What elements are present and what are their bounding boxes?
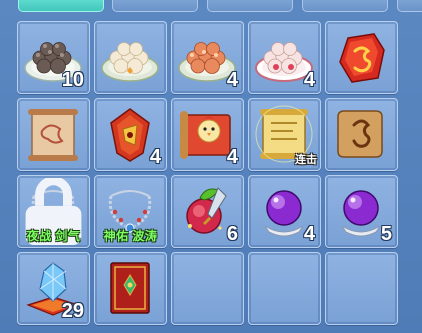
tab-5[interactable] (397, 0, 422, 12)
empty-slot[interactable] (325, 252, 398, 325)
inventory-slot[interactable]: 10 (17, 21, 90, 94)
item-count: 4 (226, 146, 238, 168)
inventory-slot[interactable] (325, 98, 398, 171)
inventory-slot[interactable]: 29 (17, 252, 90, 325)
tab-1[interactable] (18, 0, 104, 12)
item-count: 4 (149, 146, 161, 168)
item-count: 10 (61, 69, 84, 91)
inventory-slot[interactable]: 夜战 剑气 (17, 175, 90, 248)
tab-4[interactable] (302, 0, 388, 12)
item-caption: 夜战 剑气 (26, 229, 81, 243)
red-gem-icon (339, 33, 385, 83)
inventory-slot[interactable]: 5 (325, 175, 398, 248)
inventory-slot[interactable] (94, 21, 167, 94)
inventory-slot[interactable]: 6 (171, 175, 244, 248)
inventory-slot[interactable] (325, 21, 398, 94)
item-count: 4 (303, 69, 315, 91)
inventory-slot[interactable]: 4 (94, 98, 167, 171)
inventory-slot[interactable]: 4 (171, 21, 244, 94)
item-caption: 神佑 波涛 (103, 229, 158, 243)
combo-tag: 连击 (295, 154, 317, 166)
item-count: 4 (226, 69, 238, 91)
empty-slot[interactable] (171, 252, 244, 325)
tab-3[interactable] (207, 0, 293, 12)
inventory-slot[interactable] (94, 252, 167, 325)
item-count: 4 (303, 223, 315, 245)
scroll-paper-icon (28, 109, 78, 161)
item-count: 5 (380, 223, 392, 245)
item-count: 6 (226, 223, 238, 245)
item-count: 29 (61, 300, 84, 322)
inventory-slot[interactable]: 神佑 波涛 (94, 175, 167, 248)
inventory-slot[interactable]: 连击 (248, 98, 321, 171)
tab-2[interactable] (112, 0, 198, 12)
red-book-icon (110, 262, 150, 314)
inventory-slot[interactable]: 4 (248, 21, 321, 94)
empty-slot[interactable] (248, 252, 321, 325)
inventory-slot[interactable]: 4 (248, 175, 321, 248)
inventory-slot[interactable] (17, 98, 90, 171)
inventory-slot[interactable]: 4 (171, 98, 244, 171)
inventory-grid: 10 4 4 4 4 连击 夜战 剑气 神佑 波涛 6 4 5 29 (17, 21, 398, 325)
white-dumpling-plate-icon (101, 42, 159, 82)
brown-scroll-icon (337, 110, 383, 158)
tab-bar (0, 0, 422, 14)
